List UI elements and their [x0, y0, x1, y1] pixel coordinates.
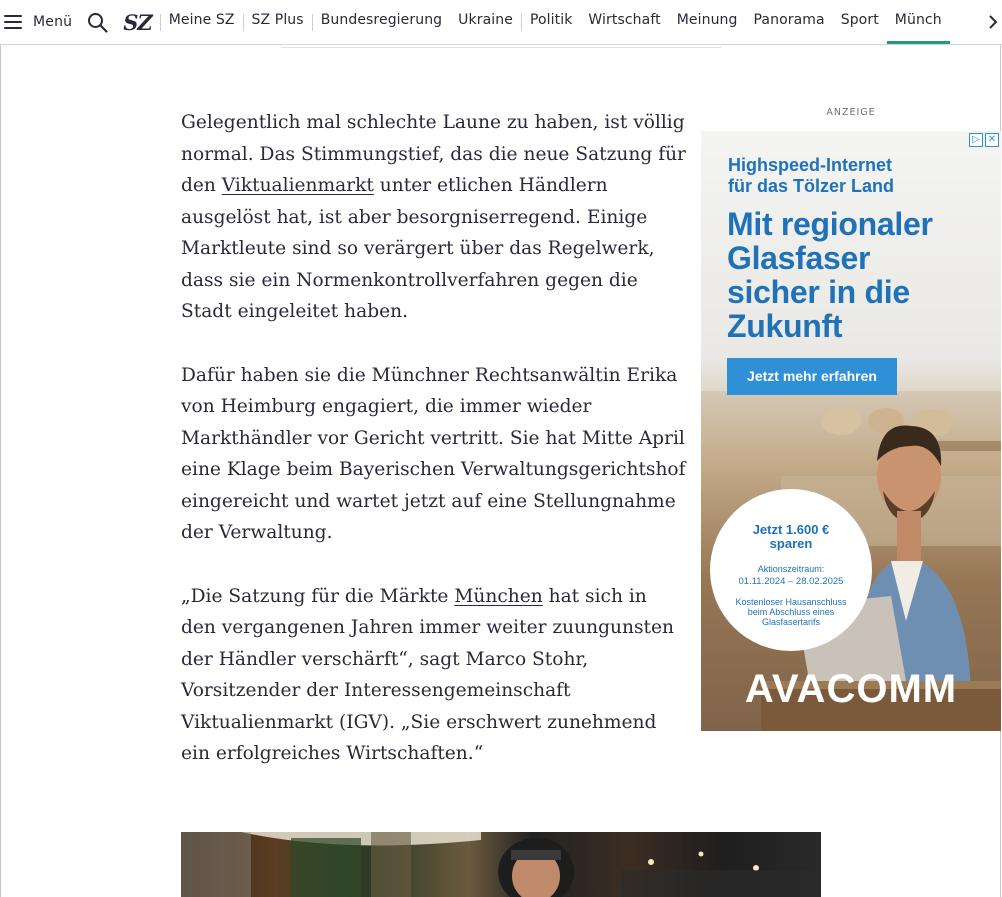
ad-offer-savings-line: sparen: [769, 536, 813, 551]
nav-item-bundesregierung[interactable]: Bundesregierung: [313, 0, 450, 44]
ad-offer-note-line: beim Abschluss eines: [747, 607, 835, 617]
article-paragraph: „Die Satzung für die Märkte München hat …: [181, 581, 686, 770]
ad-headline: Mit regionaler Glasfaser sicher in die Z…: [727, 207, 997, 343]
article-paragraph: Gelegentlich mal schlechte Laune zu habe…: [181, 107, 686, 328]
hamburger-icon: [4, 15, 22, 29]
link-viktualienmarkt[interactable]: Viktualienmarkt: [222, 175, 374, 196]
nav-item-sport[interactable]: Sport: [833, 0, 887, 44]
nav-item-meine-sz[interactable]: Meine SZ: [161, 0, 243, 44]
ad-offer-note: Kostenloser Hausanschluss beim Abschluss…: [710, 597, 872, 627]
page-frame-left: [0, 45, 1, 897]
section-nav: Meine SZ SZ Plus Bundesregierung Ukraine…: [159, 0, 950, 44]
ad-headline-line: Mit regionaler: [727, 206, 933, 242]
ad-brand-logo: AVACOMM: [744, 667, 958, 711]
close-icon[interactable]: ✕: [985, 133, 999, 147]
ad-subheading-line: Highspeed-Internet: [728, 155, 893, 175]
nav-item-meinung[interactable]: Meinung: [669, 0, 746, 44]
link-muenchen[interactable]: München: [454, 586, 542, 607]
ad-offer-savings: Jetzt 1.600 € sparen: [710, 523, 872, 551]
ad-subheading-line: für das Tölzer Land: [728, 176, 895, 196]
market-photo: [181, 832, 821, 897]
ad-headline-line: Zukunft: [727, 308, 843, 344]
nav-item-ukraine[interactable]: Ukraine: [450, 0, 521, 44]
adchoices-icon[interactable]: ▷: [969, 133, 983, 147]
chevron-right-icon: [989, 15, 998, 29]
menu-label: Menü: [33, 14, 73, 30]
nav-scroll-right-button[interactable]: [972, 0, 1002, 44]
ad-headline-line: sicher in die: [727, 274, 910, 310]
search-icon[interactable]: [87, 11, 109, 33]
article-body: Gelegentlich mal schlechte Laune zu habe…: [181, 107, 686, 802]
nav-item-wirtschaft[interactable]: Wirtschaft: [580, 0, 668, 44]
top-navigation: Menü SZ Meine SZ SZ Plus Bundesregierung…: [0, 0, 1002, 45]
ad-offer-badge: Jetzt 1.600 € sparen Aktionszeitraum: 01…: [710, 489, 872, 651]
ad-offer-note-line: Kostenloser Hausanschluss: [735, 597, 847, 607]
paragraph-text: hat sich in den vergangenen Jahren immer…: [181, 585, 674, 765]
nav-item-panorama[interactable]: Panorama: [746, 0, 833, 44]
article-paragraph: Dafür haben sie die Münchner Rechtsanwäl…: [181, 364, 686, 544]
ad-choices[interactable]: ▷ ✕: [969, 133, 999, 147]
ad-label: ANZEIGE: [826, 107, 876, 118]
nav-item-muenchen[interactable]: Münch: [886, 0, 950, 44]
nav-item-sz-plus[interactable]: SZ Plus: [244, 0, 312, 44]
advertisement[interactable]: ▷ ✕ Highspeed-Internet für das Tölzer La…: [701, 131, 1001, 731]
ad-headline-line: Glasfaser: [727, 240, 871, 276]
ad-offer-period-label: Aktionszeitraum:: [757, 564, 825, 574]
article-image[interactable]: [181, 832, 821, 897]
ad-subheading: Highspeed-Internet für das Tölzer Land: [728, 155, 988, 197]
ad-cta-button[interactable]: Jetzt mehr erfahren: [727, 358, 897, 395]
menu-button[interactable]: Menü: [4, 0, 72, 44]
nav-item-politik[interactable]: Politik: [522, 0, 580, 44]
paragraph-text: „Die Satzung für die Märkte: [181, 585, 455, 607]
ad-offer-note-line: Glasfasertarifs: [761, 617, 821, 627]
content-divider: [281, 47, 721, 48]
sz-logo[interactable]: SZ: [123, 10, 152, 35]
ad-offer-savings-line: Jetzt 1.600 €: [752, 522, 830, 537]
ad-offer-period: 01.11.2024 – 28.02.2025: [738, 576, 844, 587]
paragraph-text: unter etlichen Händlern ausgelöst hat, i…: [181, 175, 655, 322]
